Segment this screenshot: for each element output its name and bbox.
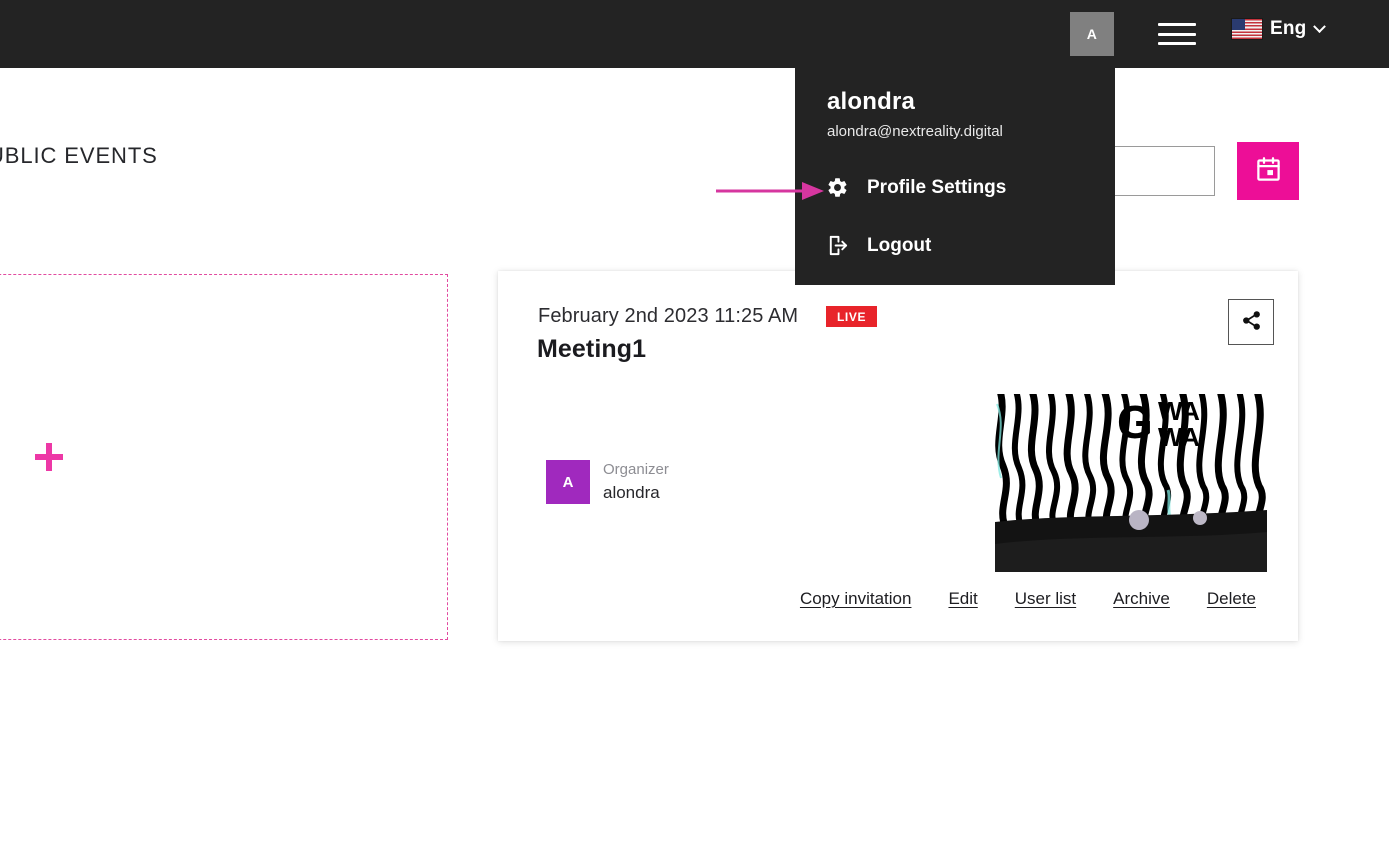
archive-link[interactable]: Archive bbox=[1113, 589, 1170, 609]
dropdown-username: alondra bbox=[827, 88, 916, 115]
user-list-link[interactable]: User list bbox=[1015, 589, 1076, 609]
language-selector[interactable]: Eng bbox=[1232, 18, 1326, 40]
svg-text:WA: WA bbox=[1158, 422, 1200, 452]
menu-item-label: Profile Settings bbox=[867, 176, 1007, 198]
meeting-title: Meeting1 bbox=[537, 335, 647, 363]
meeting-thumbnail: G WA WA bbox=[995, 394, 1267, 572]
logout-icon bbox=[825, 234, 849, 258]
app-root: UBLIC EVENTS February 2nd 2023 11:25 AM … bbox=[0, 0, 1389, 848]
menu-item-logout[interactable]: Logout bbox=[795, 229, 1115, 263]
menu-item-profile-settings[interactable]: Profile Settings bbox=[795, 171, 1115, 205]
copy-invitation-link[interactable]: Copy invitation bbox=[800, 589, 912, 609]
share-icon bbox=[1241, 310, 1262, 334]
hamburger-bar bbox=[1158, 23, 1196, 26]
profile-dropdown-menu: alondra alondra@nextreality.digital Prof… bbox=[795, 58, 1115, 285]
status-badge: LIVE bbox=[826, 306, 878, 327]
top-navigation-bar: A Eng bbox=[0, 0, 1389, 68]
hamburger-bar bbox=[1158, 32, 1196, 36]
page-title: UBLIC EVENTS bbox=[0, 143, 158, 168]
dropdown-email: alondra@nextreality.digital bbox=[827, 122, 1003, 140]
meeting-datetime: February 2nd 2023 11:25 AM bbox=[538, 305, 799, 327]
svg-text:G: G bbox=[1117, 396, 1153, 448]
add-event-card[interactable] bbox=[0, 274, 448, 640]
hamburger-bar bbox=[1158, 42, 1196, 45]
calendar-icon bbox=[1255, 156, 1282, 186]
user-avatar-button[interactable]: A bbox=[1070, 12, 1114, 56]
edit-link[interactable]: Edit bbox=[948, 589, 977, 609]
chevron-down-icon bbox=[1312, 19, 1326, 33]
organizer-name: alondra bbox=[603, 482, 660, 502]
organizer-block: A Organizer alondra bbox=[546, 459, 669, 505]
gear-icon bbox=[825, 176, 849, 200]
menu-item-label: Logout bbox=[867, 234, 932, 256]
share-button[interactable] bbox=[1228, 299, 1274, 345]
organizer-role-label: Organizer bbox=[603, 461, 669, 478]
calendar-button[interactable] bbox=[1237, 142, 1299, 200]
us-flag-icon bbox=[1232, 19, 1262, 39]
plus-icon bbox=[35, 443, 63, 471]
meeting-card: February 2nd 2023 11:25 AM LIVE Meeting1… bbox=[498, 271, 1298, 641]
language-label: Eng bbox=[1270, 18, 1307, 39]
search-input[interactable] bbox=[1113, 146, 1215, 196]
organizer-text: Organizer alondra bbox=[603, 459, 669, 505]
delete-link[interactable]: Delete bbox=[1207, 589, 1256, 609]
avatar: A bbox=[546, 460, 590, 505]
meeting-actions: Copy invitation Edit User list Archive D… bbox=[534, 589, 1274, 609]
annotation-arrow bbox=[716, 180, 826, 202]
hamburger-icon[interactable] bbox=[1158, 22, 1196, 46]
